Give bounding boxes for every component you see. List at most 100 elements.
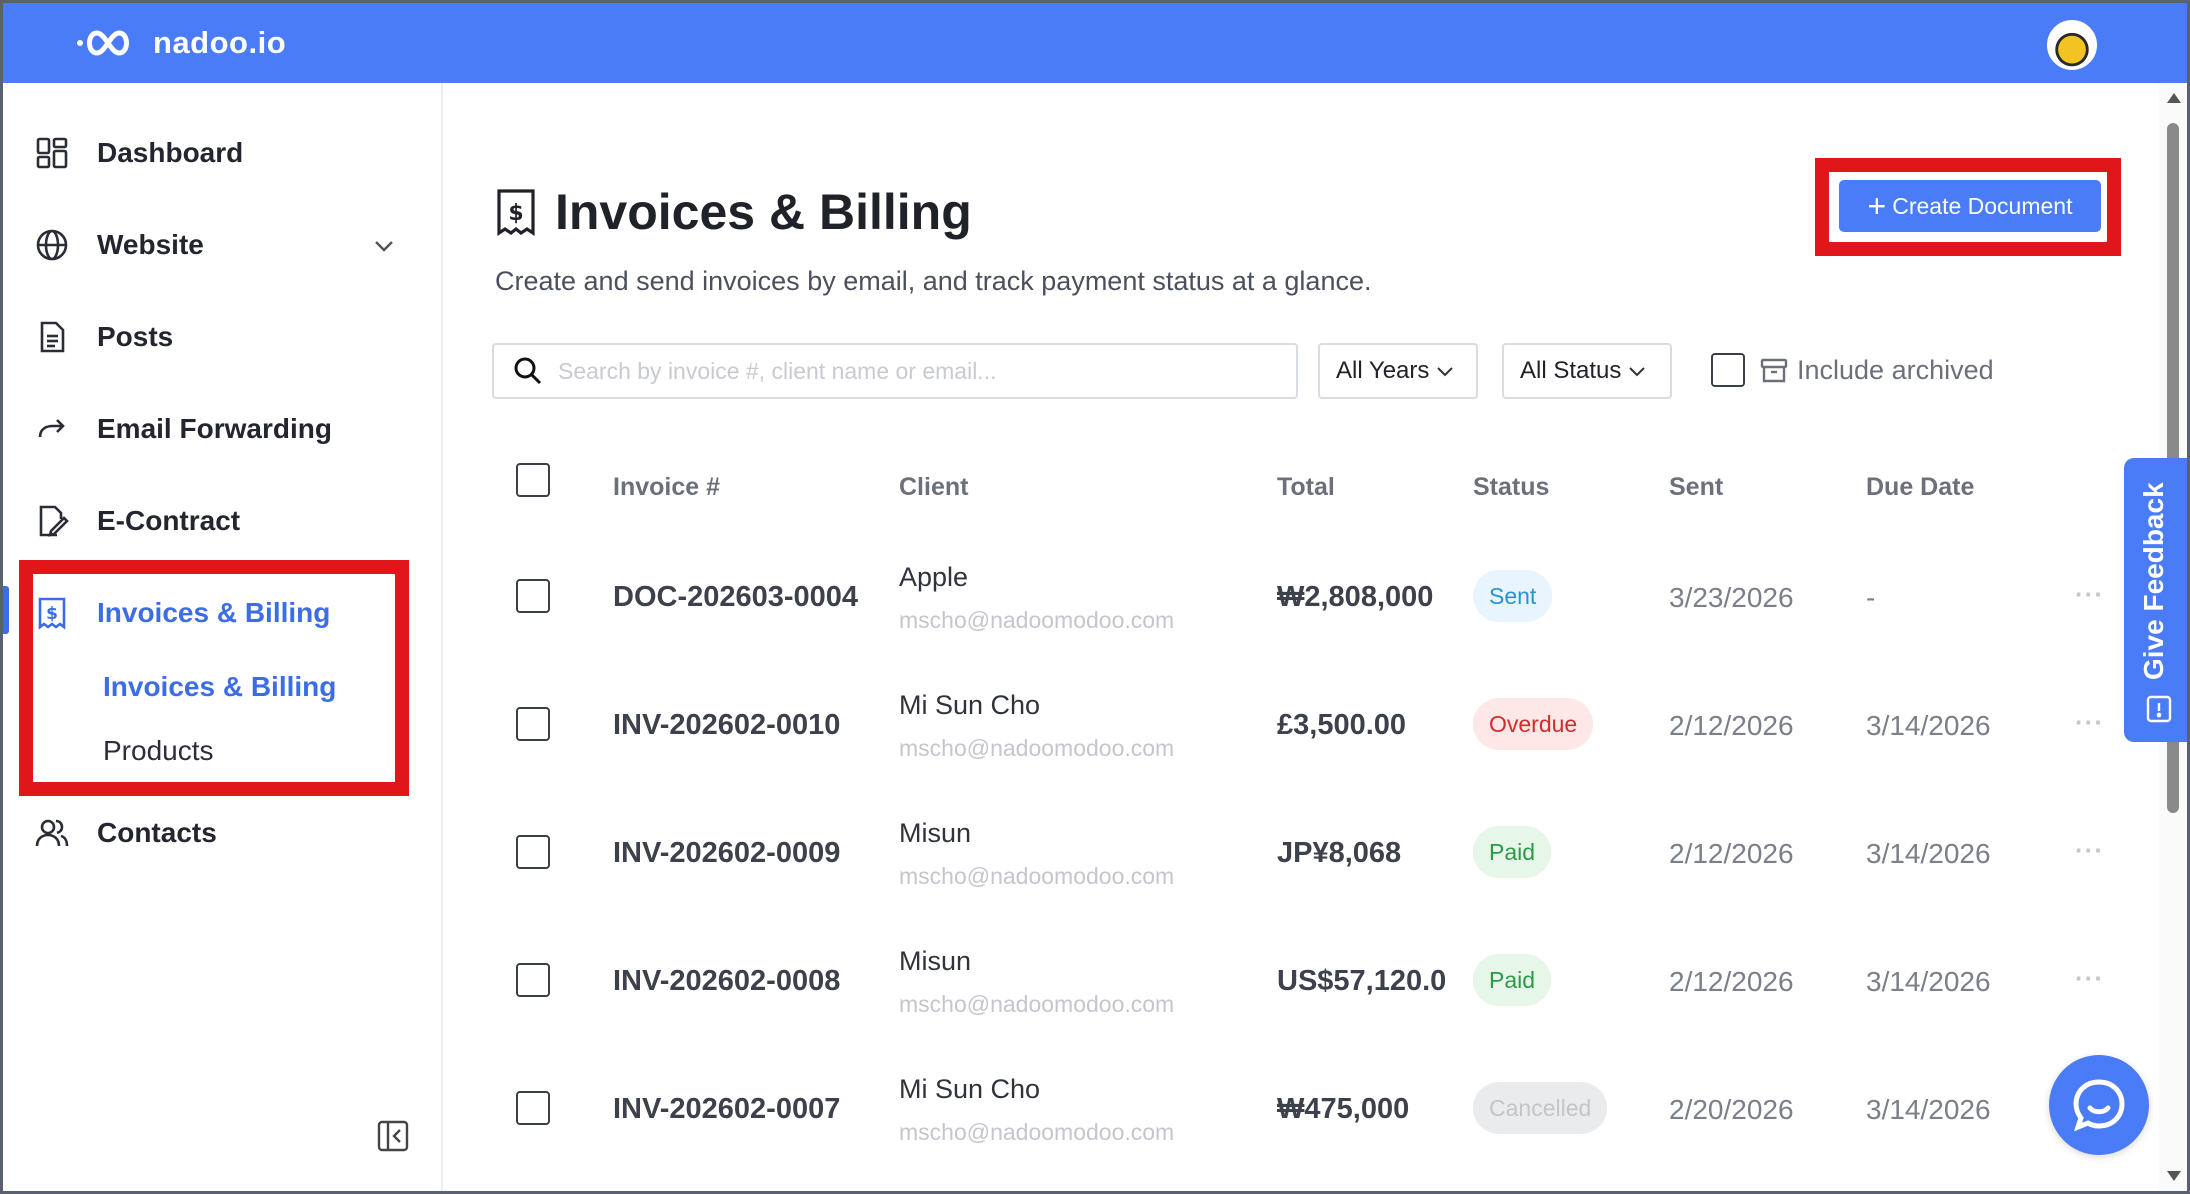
invoice-number[interactable]: INV-202602-0009 (613, 837, 840, 870)
user-avatar[interactable] (2047, 20, 2097, 70)
status-badge: Paid (1473, 826, 1552, 878)
column-header-client[interactable]: Client (899, 473, 968, 502)
row-actions-menu[interactable]: ··· (2075, 835, 2104, 866)
include-archived-checkbox[interactable] (1711, 353, 1745, 387)
top-bar: nadoo.io (3, 3, 2187, 83)
status-dropdown-label: All Status (1520, 357, 1622, 384)
chevron-down-icon (1437, 367, 1454, 377)
chevron-down-icon (1629, 367, 1646, 377)
include-archived-toggle[interactable]: Include archived (1711, 353, 1994, 387)
select-all-checkbox[interactable] (516, 463, 550, 497)
sent-date: 2/12/2026 (1669, 838, 1794, 869)
column-header-status[interactable]: Status (1473, 473, 1549, 502)
forward-arrow-icon (35, 412, 69, 446)
users-icon (35, 816, 69, 850)
sidebar-item-label: Posts (97, 321, 174, 352)
sent-date: 2/12/2026 (1669, 710, 1794, 741)
scroll-down-icon[interactable] (2167, 1171, 2181, 1181)
brand-name: nadoo.io (153, 25, 287, 60)
include-archived-label: Include archived (1797, 354, 1994, 385)
sidebar-item-e-contract[interactable]: E-Contract (3, 491, 433, 551)
sidebar-item-posts[interactable]: Posts (3, 307, 433, 367)
client-email: mscho@nadoomodoo.com (899, 1119, 1175, 1145)
search-box[interactable] (492, 343, 1298, 399)
scroll-up-icon[interactable] (2167, 93, 2181, 103)
sidebar-item-contacts[interactable]: Contacts (3, 803, 433, 863)
document-icon (35, 320, 69, 354)
sidebar-item-label: Website (97, 229, 204, 260)
chevron-down-icon[interactable] (371, 233, 397, 259)
invoice-number[interactable]: INV-202602-0007 (613, 1093, 840, 1126)
column-header-due-date[interactable]: Due Date (1866, 473, 1974, 502)
invoice-dollar-icon: $ (497, 189, 535, 236)
sent-date: 3/23/2026 (1669, 582, 1794, 613)
client-name: Misun (899, 946, 972, 976)
due-date: 3/14/2026 (1866, 710, 1991, 741)
status-badge: Overdue (1473, 698, 1594, 750)
row-actions-menu[interactable]: ··· (2075, 579, 2104, 610)
sidebar-item-website[interactable]: Website (3, 215, 433, 275)
feedback-note-icon (2146, 695, 2172, 723)
sidebar-item-label: Email Forwarding (97, 413, 332, 444)
globe-icon (35, 228, 69, 262)
due-date: 3/14/2026 (1866, 966, 1991, 997)
sidebar-item-dashboard[interactable]: Dashboard (3, 123, 433, 183)
invoice-total: £3,500.00 (1277, 709, 1407, 741)
give-feedback-label: Give Feedback (2138, 482, 2169, 680)
archive-box-icon (1760, 358, 1788, 383)
brand-logo[interactable]: nadoo.io (75, 25, 286, 61)
status-badge: Paid (1473, 954, 1552, 1006)
row-actions-menu[interactable]: ··· (2075, 707, 2104, 738)
sidebar-item-label: Dashboard (97, 137, 244, 168)
column-header-sent[interactable]: Sent (1669, 473, 1723, 502)
invoice-total: JP¥8,068 (1277, 837, 1402, 869)
sent-date: 2/12/2026 (1669, 966, 1794, 997)
client-email: mscho@nadoomodoo.com (899, 991, 1175, 1017)
invoice-number[interactable]: DOC-202603-0004 (613, 581, 858, 614)
app-window: nadoo.io Dashboard Website Posts Email F… (3, 3, 2187, 1191)
invoice-number[interactable]: INV-202602-0008 (613, 965, 840, 998)
status-badge: Sent (1473, 570, 1553, 622)
invoice-total: US$57,120.0 (1277, 965, 1447, 997)
svg-text:$: $ (508, 201, 523, 226)
infinity-logo-icon (77, 30, 129, 56)
sidebar-item-label: Contacts (97, 817, 217, 848)
invoice-number[interactable]: INV-202602-0010 (613, 709, 840, 742)
highlight-sidebar-invoices (19, 560, 409, 796)
sent-date: 2/20/2026 (1669, 1094, 1794, 1125)
row-actions-menu[interactable]: ··· (2075, 963, 2104, 994)
highlight-create-document (1815, 158, 2121, 256)
sidebar-item-email-forwarding[interactable]: Email Forwarding (3, 399, 433, 459)
status-badge: Cancelled (1473, 1082, 1608, 1134)
years-dropdown-label: All Years (1336, 357, 1430, 384)
page-title: Invoices & Billing (555, 184, 972, 240)
row-checkbox[interactable] (516, 963, 550, 997)
client-name: Apple (899, 562, 969, 592)
client-email: mscho@nadoomodoo.com (899, 735, 1175, 761)
invoice-total: ₩2,808,000 (1277, 581, 1434, 613)
column-header-invoice[interactable]: Invoice # (613, 473, 720, 502)
row-checkbox[interactable] (516, 1091, 550, 1125)
give-feedback-tab[interactable]: Give Feedback (2124, 458, 2187, 742)
row-checkbox[interactable] (516, 707, 550, 741)
row-checkbox[interactable] (516, 835, 550, 869)
client-name: Mi Sun Cho (899, 1074, 1041, 1104)
client-name: Mi Sun Cho (899, 690, 1041, 720)
search-icon (514, 357, 542, 385)
row-checkbox[interactable] (516, 579, 550, 613)
client-email: mscho@nadoomodoo.com (899, 607, 1175, 633)
search-input[interactable] (558, 357, 1296, 385)
due-date: - (1866, 582, 1876, 613)
chat-support-button[interactable] (2049, 1055, 2149, 1155)
collapse-sidebar-icon[interactable] (376, 1119, 410, 1153)
client-email: mscho@nadoomodoo.com (899, 863, 1175, 889)
chat-bubble-icon (2073, 1079, 2125, 1132)
page-subtitle: Create and send invoices by email, and t… (495, 266, 1372, 296)
status-dropdown[interactable]: All Status (1502, 343, 1672, 399)
dashboard-grid-icon (35, 136, 69, 170)
years-dropdown[interactable]: All Years (1318, 343, 1478, 399)
column-header-total[interactable]: Total (1277, 473, 1335, 502)
contract-pen-icon (35, 504, 69, 538)
page-header: $ Invoices & Billing (495, 183, 972, 241)
client-name: Misun (899, 818, 972, 848)
